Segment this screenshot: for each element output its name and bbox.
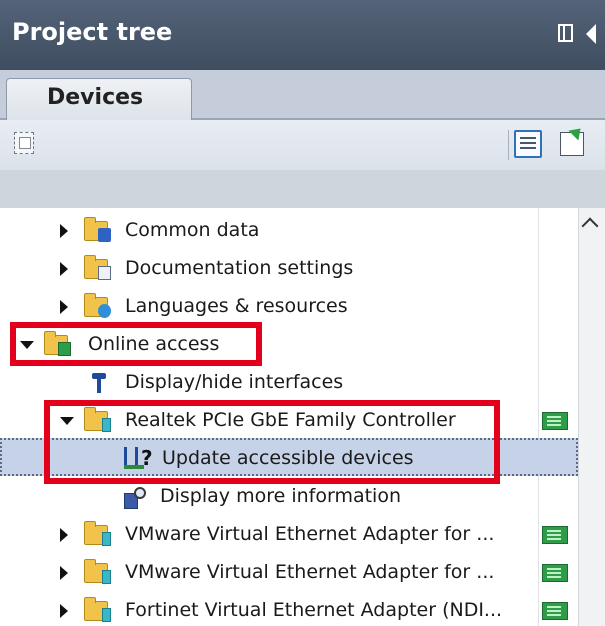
tree-item-fortinet-adapter[interactable]: Fortinet Virtual Ethernet Adapter (NDI..… [0,592,578,626]
project-tree-title: Project tree [12,18,173,46]
network-adapter-folder-icon [84,407,111,432]
tree-toolbar [0,120,605,170]
update-devices-icon: ? [124,446,158,471]
tree-item-online-access[interactable]: Online access [0,326,578,364]
tree-item-label: Languages & resources [125,295,348,317]
expand-arrow-icon[interactable] [60,566,68,580]
expand-arrow-icon[interactable] [60,604,68,618]
tree-item-update-accessible-devices[interactable]: ? Update accessible devices [0,438,578,476]
tree-item-label: Common data [125,219,260,241]
details-view-icon[interactable] [514,130,542,158]
online-status-icon [542,526,568,544]
tree-item-label: Fortinet Virtual Ethernet Adapter (NDI..… [125,599,503,621]
common-data-icon [84,217,111,242]
tree-item-display-more-information[interactable]: Display more information [0,478,578,516]
scroll-up-arrow-icon[interactable] [581,217,599,235]
vertical-scrollbar[interactable] [578,208,605,626]
expand-arrow-icon[interactable] [60,224,68,238]
online-access-icon [44,331,71,356]
tab-strip: Devices [0,70,605,122]
expand-arrow-icon[interactable] [60,528,68,542]
collapse-arrow-icon[interactable] [60,417,74,425]
interface-icon [92,373,106,393]
expand-arrow-icon[interactable] [60,300,68,314]
tree-item-vmware-adapter[interactable]: VMware Virtual Ethernet Adapter for ... [0,554,578,592]
online-status-icon [542,412,568,430]
tree-item-label: Display more information [160,485,401,507]
tab-devices[interactable]: Devices [6,78,192,122]
open-overview-icon[interactable] [560,132,584,156]
expand-arrow-icon[interactable] [60,262,68,276]
project-tree-header: Project tree [0,0,605,70]
collapse-arrow-icon[interactable] [20,341,34,349]
info-icon [124,487,152,509]
collapse-panel-icon[interactable] [586,24,596,44]
network-adapter-folder-icon [84,597,111,622]
tree-item-documentation-settings[interactable]: Documentation settings [0,250,578,288]
online-status-icon [542,564,568,582]
tree-item-realtek-controller[interactable]: Realtek PCIe GbE Family Controller [0,402,578,440]
documentation-icon [84,255,111,280]
column-header-band [0,170,605,208]
project-tree: Common data Documentation settings Langu… [0,208,605,626]
tree-item-label: VMware Virtual Ethernet Adapter for ... [125,561,495,583]
tree-item-vmware-adapter[interactable]: VMware Virtual Ethernet Adapter for ... [0,516,578,554]
toolbar-divider [508,130,509,160]
network-adapter-folder-icon [84,559,111,584]
panel-layout-icon[interactable] [558,24,573,42]
add-new-group-icon[interactable] [14,132,34,154]
tree-item-label: Display/hide interfaces [125,371,344,393]
network-adapter-folder-icon [84,521,111,546]
tree-item-label: Documentation settings [125,257,354,279]
tree-item-label: Realtek PCIe GbE Family Controller [125,409,456,431]
tree-item-display-hide-interfaces[interactable]: Display/hide interfaces [0,364,578,402]
tree-item-languages-resources[interactable]: Languages & resources [0,288,578,326]
languages-icon [84,293,111,318]
online-status-icon [542,602,568,620]
tree-item-label: VMware Virtual Ethernet Adapter for ... [125,523,495,545]
tree-item-label: Update accessible devices [162,447,414,469]
tree-item-label: Online access [88,333,220,355]
tree-item-common-data[interactable]: Common data [0,212,578,250]
